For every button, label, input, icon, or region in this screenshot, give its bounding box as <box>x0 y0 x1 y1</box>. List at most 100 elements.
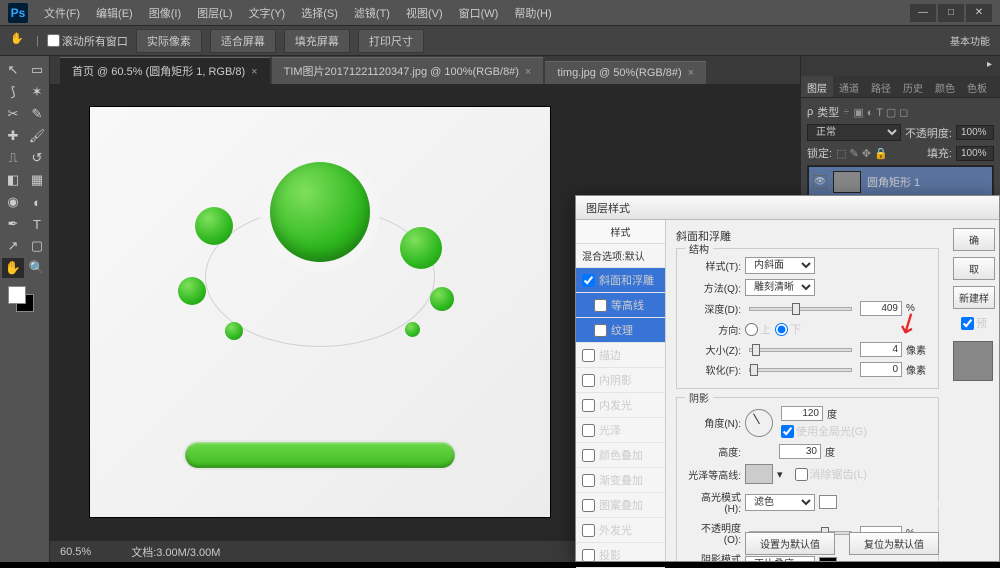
ok-button[interactable]: 确 <box>953 228 995 251</box>
style-select[interactable]: 内斜面 <box>745 257 815 274</box>
soften-slider[interactable] <box>749 368 852 372</box>
global-light-checkbox[interactable] <box>781 425 794 438</box>
style-contour[interactable]: 等高线 <box>576 293 665 318</box>
zoom-level[interactable]: 60.5% <box>60 546 91 558</box>
reset-default-button[interactable]: 复位为默认值 <box>849 532 939 555</box>
type-tool[interactable]: T <box>26 214 48 234</box>
angle-dial[interactable] <box>745 409 773 437</box>
blend-options[interactable]: 混合选项:默认 <box>576 244 665 268</box>
technique-select[interactable]: 雕刻清晰 <box>745 279 815 296</box>
style-pat-overlay[interactable]: 图案叠加 <box>576 493 665 518</box>
cancel-button[interactable]: 取 <box>953 257 995 280</box>
antialias-checkbox[interactable] <box>795 468 808 481</box>
layer-item[interactable]: 👁 圆角矩形 1 <box>808 166 993 198</box>
style-satin[interactable]: 光泽 <box>576 418 665 443</box>
lock-icons[interactable]: ⬚ ✎ ✥ 🔒 <box>836 147 888 160</box>
fill-screen-button[interactable]: 填充屏幕 <box>284 29 350 53</box>
doc-tab-3[interactable]: timg.jpg @ 50%(RGB/8#)× <box>545 61 706 84</box>
size-slider[interactable] <box>749 348 852 352</box>
dir-down-radio[interactable] <box>775 323 788 336</box>
doc-tab-2[interactable]: TIM图片20171221120347.jpg @ 100%(RGB/8#)× <box>272 57 544 84</box>
close-button[interactable]: ✕ <box>966 4 992 22</box>
gradient-tool[interactable]: ▦ <box>26 170 48 190</box>
altitude-input[interactable] <box>779 444 821 459</box>
eyedropper-tool[interactable]: ✎ <box>26 104 48 124</box>
dir-up-radio[interactable] <box>745 323 758 336</box>
fit-screen-button[interactable]: 适合屏幕 <box>210 29 276 53</box>
menu-edit[interactable]: 编辑(E) <box>90 3 139 23</box>
style-inner-glow[interactable]: 内发光 <box>576 393 665 418</box>
soften-input[interactable] <box>860 362 902 377</box>
menu-view[interactable]: 视图(V) <box>400 3 449 23</box>
menu-select[interactable]: 选择(S) <box>295 3 344 23</box>
angle-input[interactable] <box>781 406 823 421</box>
depth-input[interactable] <box>860 301 902 316</box>
maximize-button[interactable]: □ <box>938 4 964 22</box>
hand-tool[interactable]: ✋ <box>2 258 24 278</box>
style-grad-overlay[interactable]: 渐变叠加 <box>576 468 665 493</box>
move-tool[interactable]: ↖ <box>2 60 24 80</box>
menu-type[interactable]: 文字(Y) <box>243 3 292 23</box>
menu-help[interactable]: 帮助(H) <box>508 3 557 23</box>
style-texture[interactable]: 纹理 <box>576 318 665 343</box>
panel-collapse[interactable]: ▸ <box>801 56 1000 76</box>
tab-swatch[interactable]: 色板 <box>961 76 993 97</box>
style-outer-glow[interactable]: 外发光 <box>576 518 665 543</box>
depth-slider[interactable] <box>749 307 852 311</box>
close-icon[interactable]: × <box>251 66 257 78</box>
fill-value[interactable]: 100% <box>956 146 994 161</box>
pen-tool[interactable]: ✒ <box>2 214 24 234</box>
style-stroke[interactable]: 描边 <box>576 343 665 368</box>
doc-tab-1[interactable]: 首页 @ 60.5% (圆角矩形 1, RGB/8)× <box>60 57 270 84</box>
set-default-button[interactable]: 设置为默认值 <box>745 532 835 555</box>
highlight-color-swatch[interactable] <box>819 495 837 509</box>
marquee-tool[interactable]: ▭ <box>26 60 48 80</box>
tab-paths[interactable]: 路径 <box>865 76 897 97</box>
close-icon[interactable]: × <box>688 67 694 79</box>
workspace-label[interactable]: 基本功能 <box>950 33 990 48</box>
preview-checkbox[interactable] <box>961 317 974 330</box>
tab-color[interactable]: 颜色 <box>929 76 961 97</box>
heal-tool[interactable]: ✚ <box>2 126 24 146</box>
menu-filter[interactable]: 滤镜(T) <box>348 3 396 23</box>
size-input[interactable] <box>860 342 902 357</box>
blur-tool[interactable]: ◉ <box>2 192 24 212</box>
minimize-button[interactable]: — <box>910 4 936 22</box>
menu-layer[interactable]: 图层(L) <box>191 3 238 23</box>
dodge-tool[interactable]: ◐ <box>26 192 48 212</box>
shadow-mode-select[interactable]: 正片叠底 <box>745 556 815 562</box>
zoom-tool[interactable]: 🔍 <box>26 258 48 278</box>
close-icon[interactable]: × <box>525 66 531 78</box>
color-swatches[interactable] <box>2 284 48 316</box>
style-inner-shadow[interactable]: 内阴影 <box>576 368 665 393</box>
path-tool[interactable]: ↗ <box>2 236 24 256</box>
highlight-mode-select[interactable]: 滤色 <box>745 494 815 511</box>
tab-history[interactable]: 历史 <box>897 76 929 97</box>
lasso-tool[interactable]: ⟆ <box>2 82 24 102</box>
shadow-color-swatch[interactable] <box>819 557 837 561</box>
scroll-all-checkbox[interactable] <box>47 34 60 47</box>
style-color-overlay[interactable]: 颜色叠加 <box>576 443 665 468</box>
foreground-swatch[interactable] <box>8 286 26 304</box>
history-brush-tool[interactable]: ↺ <box>26 148 48 168</box>
layer-name[interactable]: 圆角矩形 1 <box>867 174 920 190</box>
print-size-button[interactable]: 打印尺寸 <box>358 29 424 53</box>
brush-tool[interactable]: 🖌 <box>26 126 48 146</box>
eraser-tool[interactable]: ◧ <box>2 170 24 190</box>
menu-image[interactable]: 图像(I) <box>143 3 187 23</box>
style-drop-shadow[interactable]: 投影 <box>576 543 665 568</box>
actual-pixels-button[interactable]: 实际像素 <box>136 29 202 53</box>
style-bevel[interactable]: 斜面和浮雕 <box>576 268 665 293</box>
opacity-value[interactable]: 100% <box>956 125 994 140</box>
blend-mode-select[interactable]: 正常 <box>807 124 901 141</box>
wand-tool[interactable]: ✶ <box>26 82 48 102</box>
stamp-tool[interactable]: ⎍ <box>2 148 24 168</box>
menu-window[interactable]: 窗口(W) <box>453 3 505 23</box>
styles-header[interactable]: 样式 <box>576 220 665 244</box>
new-style-button[interactable]: 新建样 <box>953 286 995 309</box>
menu-file[interactable]: 文件(F) <box>38 3 86 23</box>
shape-tool[interactable]: ▢ <box>26 236 48 256</box>
gloss-contour-picker[interactable] <box>745 464 773 484</box>
tab-layers[interactable]: 图层 <box>801 76 833 97</box>
tab-channels[interactable]: 通道 <box>833 76 865 97</box>
